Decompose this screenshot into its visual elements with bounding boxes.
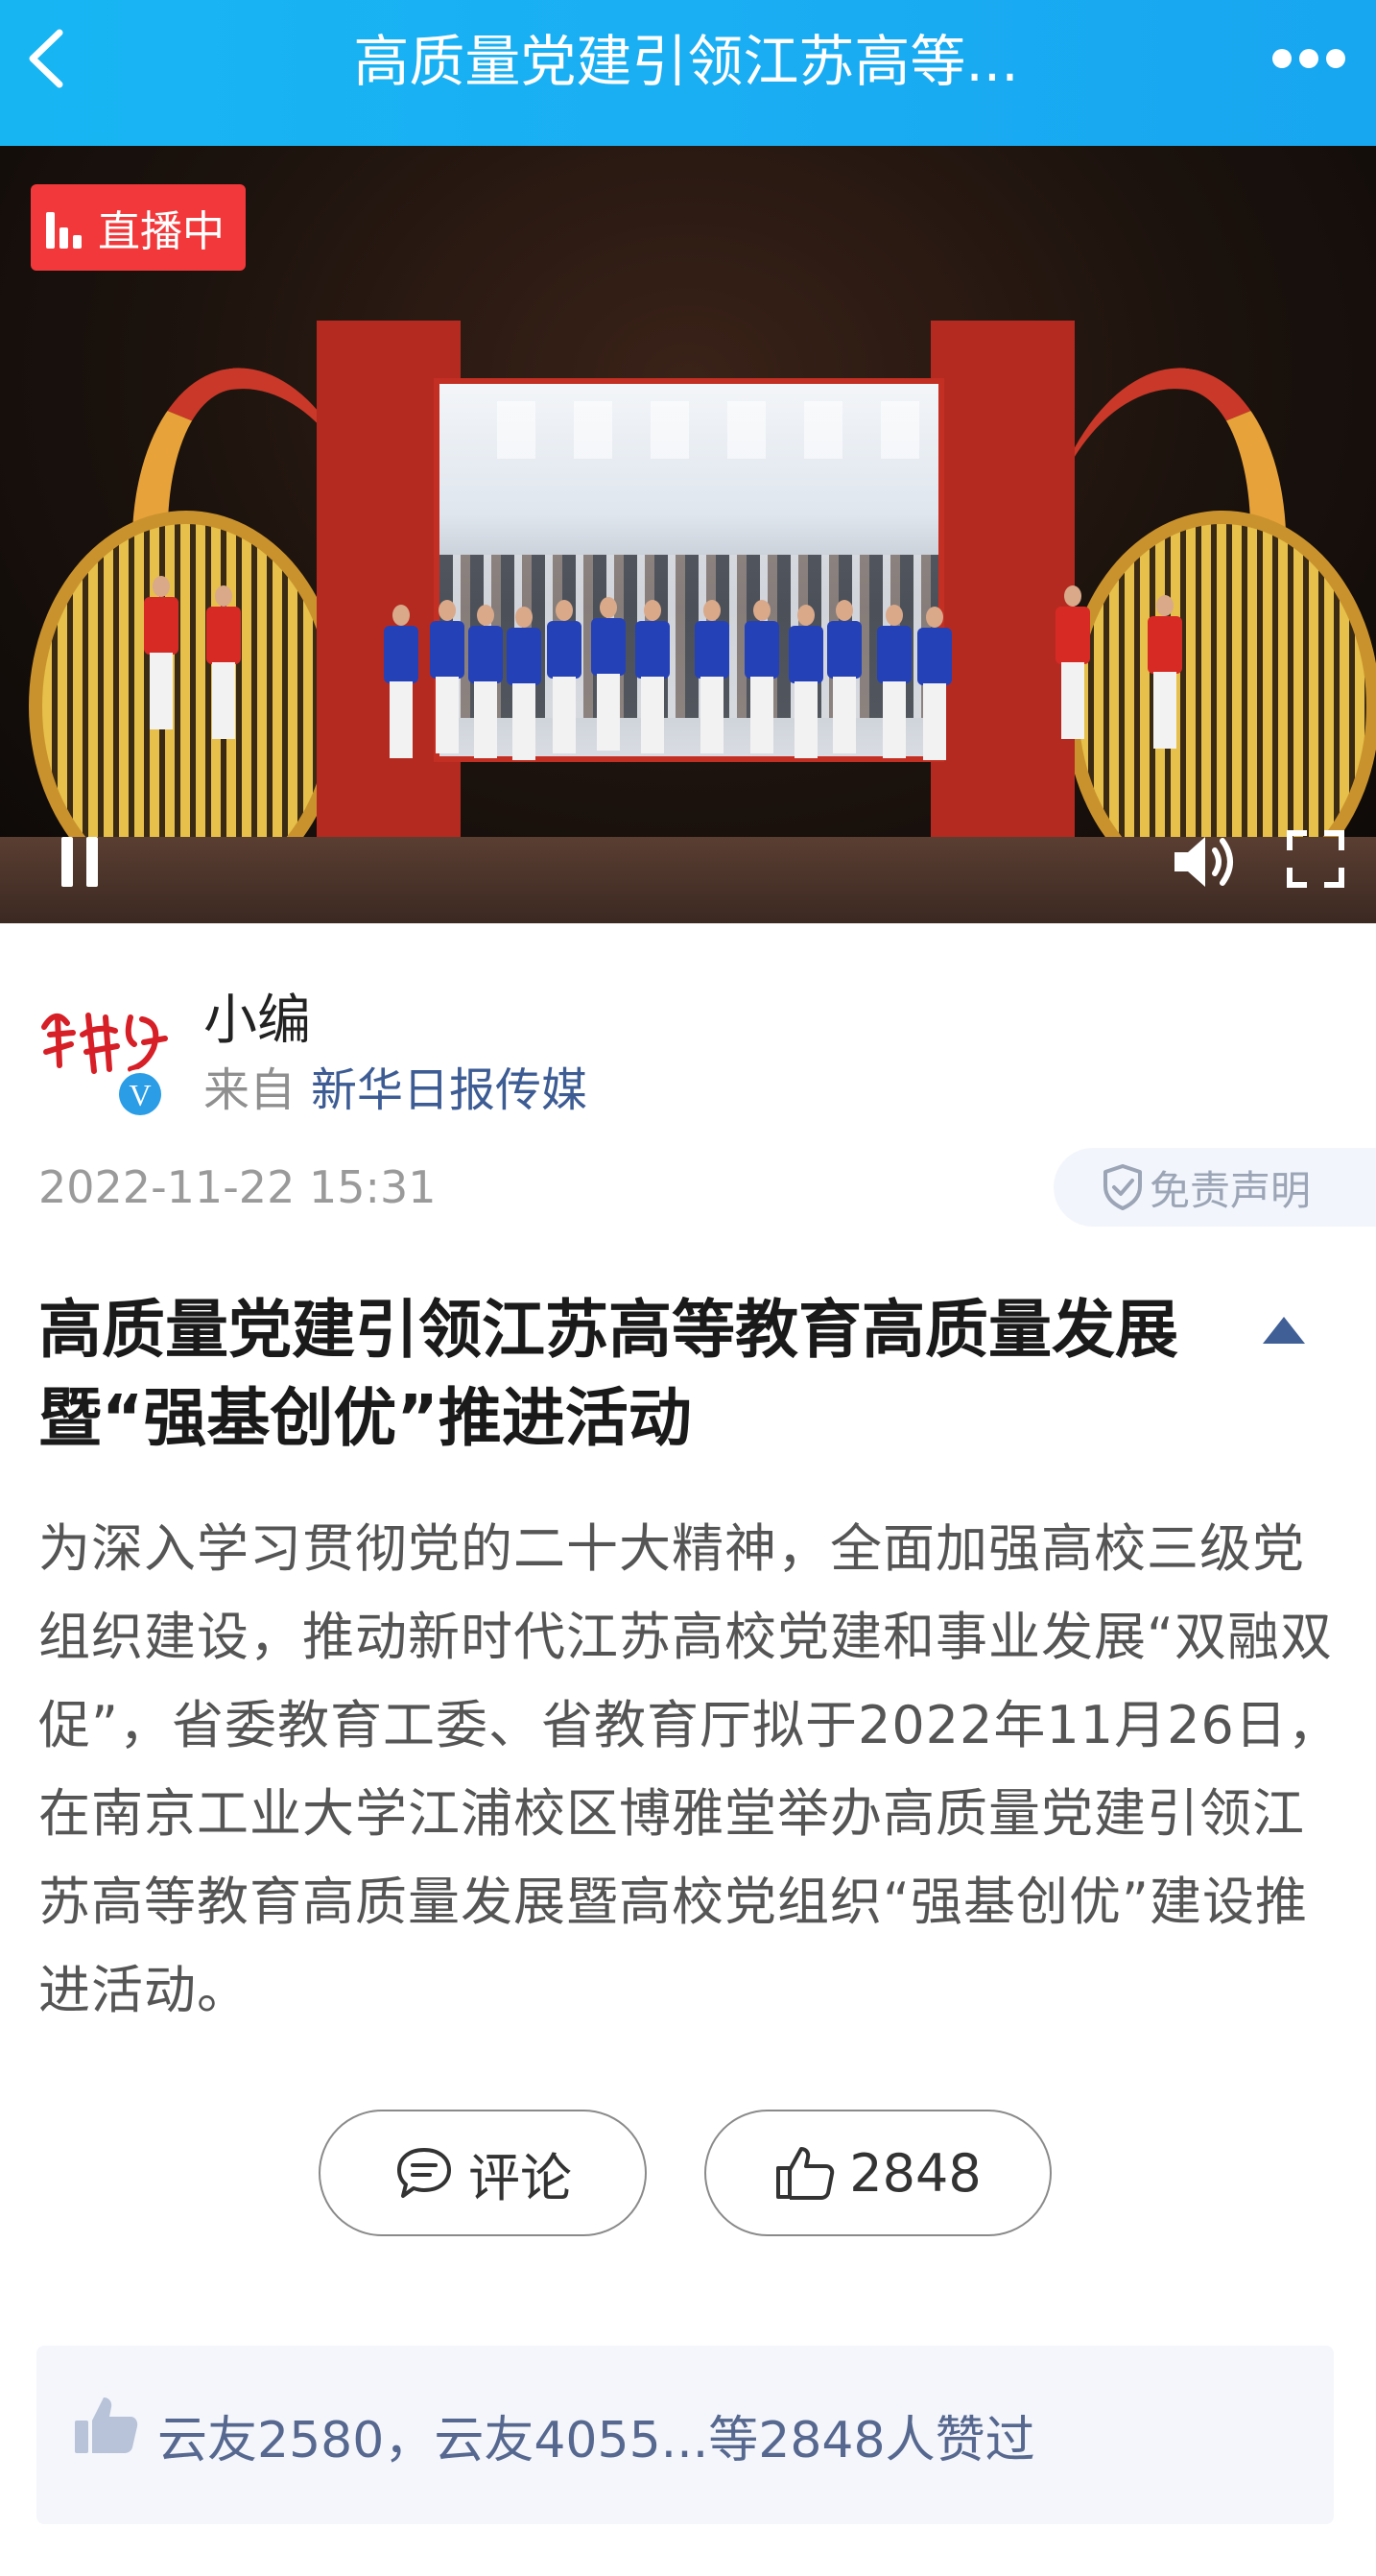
likes-summary[interactable]: 云友2580，云友4055...等2848人赞过 xyxy=(36,2346,1334,2524)
shield-check-icon xyxy=(1103,1164,1142,1210)
comment-icon xyxy=(397,2148,451,2198)
performer xyxy=(1148,587,1182,751)
performer xyxy=(468,597,503,760)
top-app-bar: 高质量党建引领江苏高等... xyxy=(0,0,1376,146)
pause-icon xyxy=(61,837,98,887)
more-dots-icon xyxy=(1272,49,1345,68)
source-prefix: 来自 xyxy=(203,1063,297,1117)
live-bars-icon xyxy=(46,206,88,249)
fullscreen-button[interactable] xyxy=(1286,829,1345,889)
live-label: 直播中 xyxy=(98,207,225,256)
article-body: 为深入学习贯彻党的二十大精神，全面加强高校三级党组织建设，推动新时代江苏高校党建… xyxy=(38,1518,1340,2020)
page-title: 高质量党建引领江苏高等... xyxy=(353,29,1019,94)
performer xyxy=(507,599,541,762)
live-badge: 直播中 xyxy=(31,184,246,271)
source-line: 来自 新华日报传媒 xyxy=(203,1052,587,1119)
performer xyxy=(547,592,581,755)
performer xyxy=(789,597,823,760)
article-title: 高质量党建引领江苏高等教育高质量发展暨“强基创优”推进活动 xyxy=(38,1293,1178,1455)
more-button[interactable] xyxy=(1261,35,1357,83)
comment-button[interactable]: 评论 xyxy=(319,2110,647,2236)
performer xyxy=(206,578,241,741)
publish-timestamp: 2022-11-22 15:31 xyxy=(38,1161,437,1213)
stage-curtain xyxy=(931,321,1075,858)
performer xyxy=(144,568,178,731)
svg-text:V: V xyxy=(129,1078,151,1112)
performer xyxy=(917,599,952,762)
triangle-up-icon xyxy=(1263,1317,1305,1344)
fullscreen-icon xyxy=(1287,830,1344,888)
author-name[interactable]: 小编 xyxy=(203,977,311,1055)
disclaimer-button[interactable]: 免责声明 xyxy=(1054,1148,1376,1227)
performer xyxy=(827,592,862,755)
volume-button[interactable] xyxy=(1171,831,1240,893)
chevron-left-icon xyxy=(29,29,63,88)
performer xyxy=(430,592,464,755)
disclaimer-label: 免责声明 xyxy=(1150,1166,1312,1214)
like-count: 2848 xyxy=(849,2142,982,2204)
performer xyxy=(1056,578,1090,741)
performer xyxy=(384,597,418,760)
performer xyxy=(635,592,670,755)
performer xyxy=(695,592,729,755)
pause-button[interactable] xyxy=(58,835,106,889)
thumbs-up-filled-icon xyxy=(75,2397,138,2453)
thumbs-up-icon xyxy=(776,2147,835,2200)
xinhua-red-logo-icon: V xyxy=(41,1013,168,1119)
source-link[interactable]: 新华日报传媒 xyxy=(311,1063,587,1117)
like-button[interactable]: 2848 xyxy=(704,2110,1052,2236)
performer xyxy=(745,592,779,755)
stage-floor xyxy=(0,837,1376,923)
volume-icon xyxy=(1174,837,1233,887)
author-avatar[interactable]: V xyxy=(38,989,173,1123)
performer xyxy=(877,597,912,760)
comment-label: 评论 xyxy=(468,2147,572,2208)
collapse-button[interactable] xyxy=(1257,1311,1311,1349)
likes-text: 云友2580，云友4055...等2848人赞过 xyxy=(157,2412,1035,2469)
performer xyxy=(591,589,626,752)
back-button[interactable] xyxy=(17,25,84,92)
